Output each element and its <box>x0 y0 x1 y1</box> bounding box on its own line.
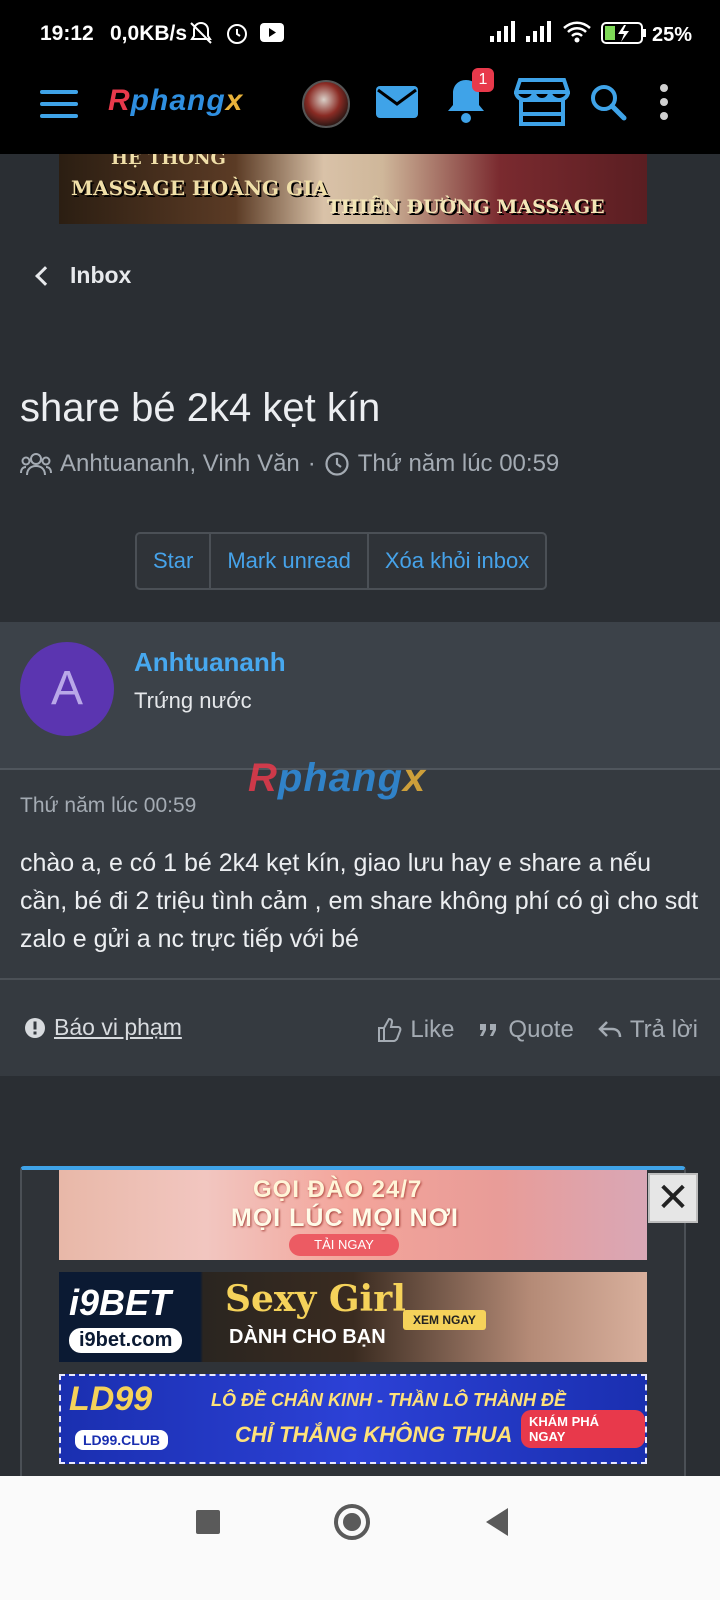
conversation-meta: Anhtuananh, Vinh Văn · Thứ năm lúc 00:59 <box>20 450 559 478</box>
message-actions: Like Quote Trả lời <box>352 1016 698 1044</box>
like-button[interactable]: Like <box>376 1016 454 1044</box>
thumbs-up-icon <box>378 1017 402 1042</box>
message-body: chào a, e có 1 bé 2k4 kẹt kín, giao lưu … <box>20 849 699 953</box>
alarm-icon <box>227 24 247 44</box>
message-date[interactable]: Thứ năm lúc 00:59 <box>20 794 196 818</box>
signal-2-icon <box>526 21 551 42</box>
avatar[interactable]: A <box>20 642 114 736</box>
breadcrumb-inbox[interactable]: Inbox <box>34 262 131 289</box>
recent-apps-button[interactable] <box>196 1510 220 1534</box>
meta-separator: · <box>307 450 316 477</box>
menu-icon[interactable] <box>40 90 78 124</box>
user-avatar[interactable] <box>302 80 350 128</box>
alert-icon <box>25 1017 45 1038</box>
mail-icon[interactable] <box>374 82 420 122</box>
signal-icon <box>490 21 515 42</box>
system-nav-bar <box>0 1476 720 1600</box>
status-bar: 19:12 0,0KB/s 25% <box>0 0 720 68</box>
quote-button[interactable]: Quote <box>478 1016 574 1044</box>
clock-icon <box>325 452 349 476</box>
top-nav: Rphangx <box>0 68 720 154</box>
conversation-time: Thứ năm lúc 00:59 <box>357 450 560 477</box>
remove-from-inbox-button[interactable]: Xóa khỏi inbox <box>369 534 545 588</box>
report-link[interactable]: Báo vi phạm <box>24 1014 182 1041</box>
back-button[interactable] <box>486 1508 508 1536</box>
search-icon[interactable] <box>588 82 628 122</box>
mute-bell-icon <box>190 21 212 44</box>
store-icon[interactable] <box>514 76 570 128</box>
network-speed: 0,0KB/s <box>110 22 188 45</box>
quote-icon <box>480 1024 497 1036</box>
more-vertical-icon[interactable] <box>656 82 672 122</box>
battery-icon <box>601 22 646 44</box>
ad-banner-massage[interactable]: HỆ THỐNG MASSAGE HOÀNG GIA THIÊN ĐƯỜNG M… <box>59 154 647 224</box>
conversation-actions: Star Mark unread Xóa khỏi inbox <box>135 532 548 590</box>
reply-icon <box>598 1021 622 1038</box>
wifi-icon <box>563 21 591 43</box>
user-title: Trứng nước <box>134 688 252 713</box>
clock: 19:12 <box>40 22 94 45</box>
message-username[interactable]: Anhtuananh <box>134 647 286 678</box>
reply-button[interactable]: Trả lời <box>598 1016 698 1044</box>
battery-percent: 25% <box>652 24 693 46</box>
mark-unread-button[interactable]: Mark unread <box>211 534 369 588</box>
notification-badge: 1 <box>472 68 494 92</box>
ad-banner-ld99[interactable]: LD99 LD99.CLUB LÔ ĐỀ CHÂN KINH - THẦN LÔ… <box>59 1374 647 1464</box>
watermark-logo: Rphangx <box>248 756 427 800</box>
users-icon <box>20 453 52 476</box>
message: A Anhtuananh Trứng nước Rphangx Thứ năm … <box>0 622 720 1076</box>
close-ad-button[interactable]: ✕ <box>648 1173 698 1223</box>
ad-banner-i9bet[interactable]: i9BET i9bet.com Sexy Girl DÀNH CHO BẠN X… <box>59 1272 647 1362</box>
divider <box>0 978 720 980</box>
page-title: share bé 2k4 kẹt kín <box>20 386 381 430</box>
screen-record-icon <box>260 23 284 42</box>
message-user-row: A Anhtuananh Trứng nước <box>0 622 720 770</box>
chevron-left-icon <box>35 265 55 286</box>
participants[interactable]: Anhtuananh, Vinh Văn <box>60 450 300 478</box>
home-button[interactable] <box>334 1504 370 1540</box>
site-logo[interactable]: Rphangx <box>108 84 243 118</box>
star-button[interactable]: Star <box>137 534 212 588</box>
ad-banner-call[interactable]: GỌI ĐÀO 24/7 MỌI LÚC MỌI NƠI TẢI NGAY <box>59 1170 647 1260</box>
